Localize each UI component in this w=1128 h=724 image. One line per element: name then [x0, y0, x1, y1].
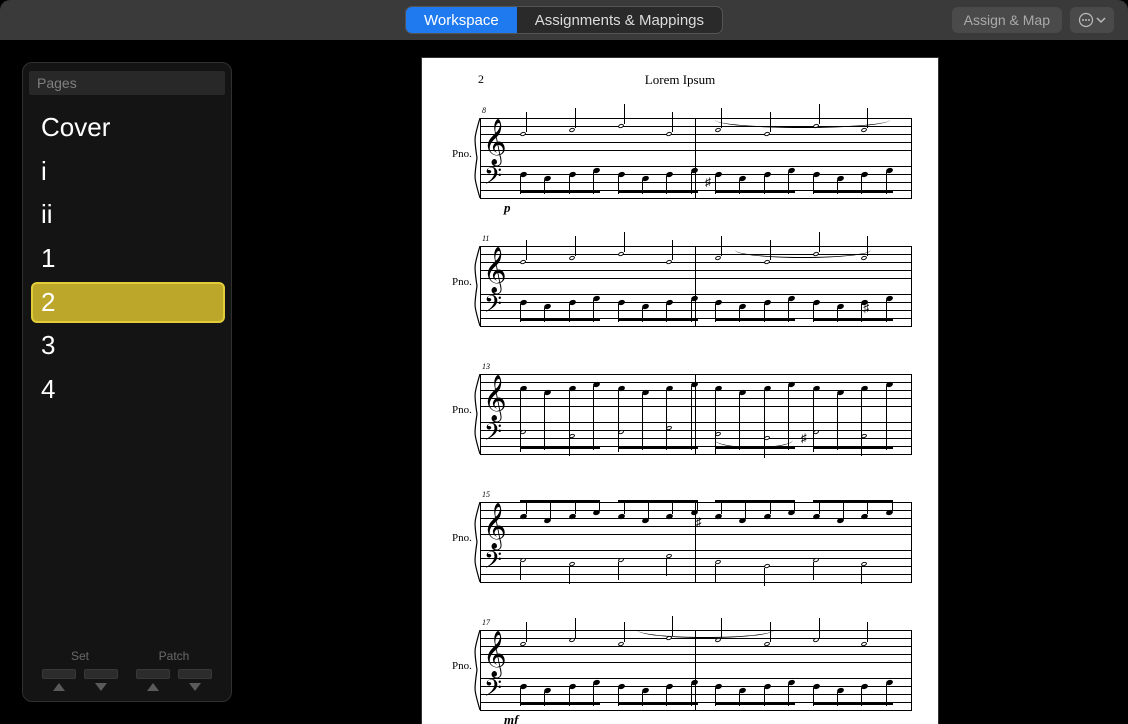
set-down-button[interactable]	[84, 669, 118, 691]
score-system: Pno. 15 𝄞 𝄢 ♯	[452, 494, 912, 590]
set-stepper-label: Set	[71, 649, 89, 663]
tab-assignments-mappings[interactable]: Assignments & Mappings	[517, 7, 722, 33]
more-icon	[1078, 12, 1094, 28]
grand-staff: 𝄞 𝄢	[480, 630, 912, 710]
grand-staff: 𝄞 𝄢 ♯	[480, 118, 912, 198]
score-page-number: 2	[478, 72, 484, 87]
assign-and-map-button[interactable]: Assign & Map	[952, 7, 1062, 33]
bass-staff	[480, 550, 912, 582]
more-options-button[interactable]	[1070, 7, 1114, 33]
page-item-1[interactable]: 1	[31, 238, 225, 280]
page-viewer[interactable]: 2 Lorem Ipsum Pno. 8 p 𝄞 𝄢 ♯ Pno. 1	[232, 40, 1128, 724]
set-up-button[interactable]	[42, 669, 76, 691]
grand-staff: 𝄞 𝄢 ♯	[480, 374, 912, 454]
set-stepper-group: Set	[42, 649, 118, 691]
patch-up-button[interactable]	[136, 669, 170, 691]
page-item-cover[interactable]: Cover	[31, 107, 225, 149]
bar-number: 8	[482, 106, 486, 115]
instrument-label: Pno.	[452, 276, 472, 288]
page-item-i[interactable]: i	[31, 151, 225, 193]
dynamic-marking: p	[504, 200, 511, 216]
bar-number: 15	[482, 490, 490, 499]
pages-sidebar: Pages Cover i ii 1 2 3 4 Set Patch	[22, 62, 232, 702]
score-system: Pno. 13 𝄞 𝄢 ♯	[452, 366, 912, 462]
page-item-ii[interactable]: ii	[31, 194, 225, 236]
content-area: Pages Cover i ii 1 2 3 4 Set Patch	[0, 40, 1128, 724]
sidebar-footer-controls: Set Patch	[29, 649, 225, 691]
score-page: 2 Lorem Ipsum Pno. 8 p 𝄞 𝄢 ♯ Pno. 1	[422, 58, 938, 724]
grand-staff: 𝄞 𝄢 ♯	[480, 246, 912, 326]
dynamic-marking: mf	[504, 712, 518, 724]
instrument-label: Pno.	[452, 660, 472, 672]
page-item-3[interactable]: 3	[31, 325, 225, 367]
pages-header: Pages	[29, 71, 225, 95]
score-system: Pno. 8 p 𝄞 𝄢 ♯	[452, 110, 912, 206]
tab-workspace[interactable]: Workspace	[406, 7, 517, 33]
score-title: Lorem Ipsum	[422, 58, 938, 88]
instrument-label: Pno.	[452, 148, 472, 160]
bar-number: 13	[482, 362, 490, 371]
patch-stepper-label: Patch	[159, 649, 190, 663]
page-item-2[interactable]: 2	[31, 282, 225, 324]
toolbar-right-controls: Assign & Map	[952, 7, 1114, 33]
bar-number: 11	[482, 234, 489, 243]
bar-number: 17	[482, 618, 490, 627]
grand-staff: 𝄞 𝄢 ♯	[480, 502, 912, 582]
instrument-label: Pno.	[452, 532, 472, 544]
patch-down-button[interactable]	[178, 669, 212, 691]
score-system: Pno. 17 mf 𝄞 𝄢	[452, 622, 912, 718]
score-systems: Pno. 8 p 𝄞 𝄢 ♯ Pno. 11	[452, 110, 912, 718]
score-system: Pno. 11 𝄞 𝄢 ♯	[452, 238, 912, 334]
toolbar: Workspace Assignments & Mappings Assign …	[0, 0, 1128, 40]
instrument-label: Pno.	[452, 404, 472, 416]
pages-list: Cover i ii 1 2 3 4	[29, 107, 225, 411]
view-segmented-control: Workspace Assignments & Mappings	[405, 6, 723, 34]
chevron-down-icon	[1096, 15, 1106, 25]
patch-stepper-group: Patch	[136, 649, 212, 691]
page-item-4[interactable]: 4	[31, 369, 225, 411]
